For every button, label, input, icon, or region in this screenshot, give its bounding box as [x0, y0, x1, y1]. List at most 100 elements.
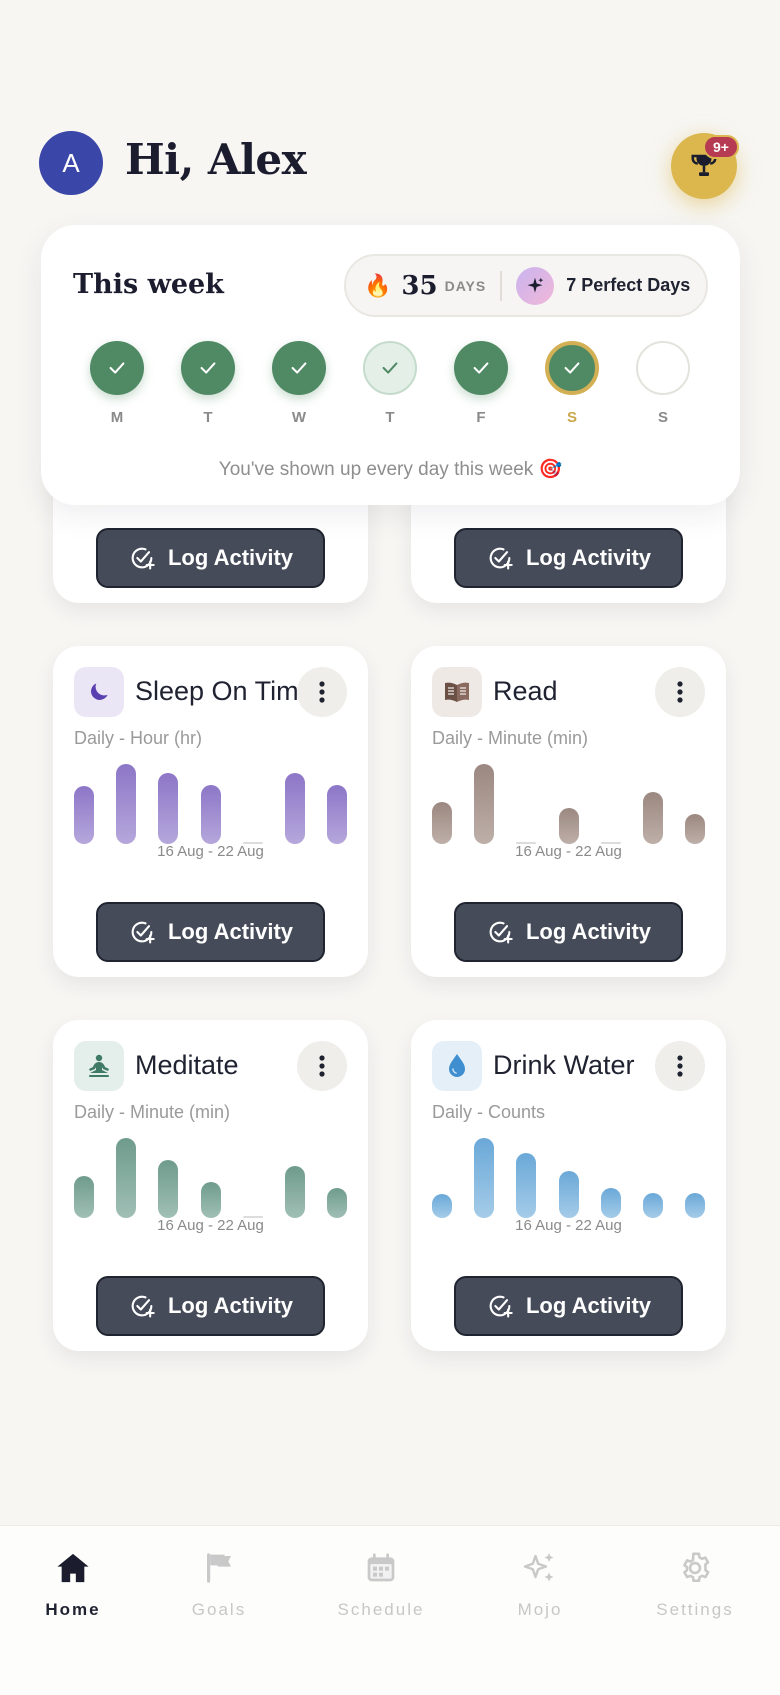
nav-label: Home [45, 1600, 101, 1619]
day-status [454, 341, 508, 395]
nav-label: Schedule [337, 1600, 425, 1619]
chart-bar [116, 764, 137, 844]
log-activity-label: Log Activity [167, 545, 294, 570]
nav-label: Goals [191, 1600, 247, 1619]
log-check-icon [489, 1295, 513, 1318]
chart-bar [642, 792, 663, 844]
habit-title: Sleep On Time [135, 676, 303, 706]
habit-card-drink-water[interactable]: Drink Water Daily - Counts 16 Aug - 22 A… [411, 1020, 726, 1351]
log-activity-button[interactable]: Log Activity [96, 528, 325, 588]
log-activity-label: Log Activity [167, 919, 294, 944]
nav-goals[interactable]: Goals [159, 1548, 279, 1620]
day-monday[interactable]: M [89, 341, 145, 426]
day-label: T [203, 409, 213, 426]
log-activity-button[interactable]: Log Activity [454, 1276, 683, 1336]
weekly-chart: 16 Aug - 22 Aug [432, 756, 705, 860]
more-vertical-icon [677, 681, 683, 703]
nav-schedule[interactable]: Schedule [321, 1548, 441, 1620]
day-label: S [657, 409, 668, 426]
home-icon [13, 1548, 133, 1588]
more-vertical-icon [319, 681, 325, 703]
chart-bar [242, 1216, 263, 1218]
trophy-button[interactable]: 9+ [671, 133, 739, 199]
chart-bar [516, 842, 537, 844]
nav-label: Settings [656, 1600, 734, 1619]
calendar-icon [321, 1548, 441, 1588]
day-thursday[interactable]: T [362, 341, 418, 426]
chart-bar [284, 773, 305, 844]
avatar[interactable]: A [39, 131, 103, 195]
day-status [272, 341, 326, 395]
gear-icon [635, 1548, 755, 1588]
water-drop-icon [432, 1041, 482, 1091]
chart-bar [432, 802, 452, 844]
chart-bar [685, 814, 705, 844]
habit-title: Drink Water [493, 1050, 635, 1080]
more-options-button[interactable] [655, 1041, 705, 1091]
habit-card-sleep[interactable]: Sleep On Time Daily - Hour (hr) 16 Aug -… [53, 646, 368, 977]
book-icon [432, 667, 482, 717]
perfect-days-label: 7 Perfect Days [566, 275, 691, 295]
habit-subtitle: Daily - Minute (min) [74, 1102, 231, 1122]
chart-date-range: 16 Aug - 22 Aug [157, 843, 264, 860]
moon-icon [74, 667, 124, 717]
trophy-badge: 9+ [703, 135, 739, 159]
day-label: T [385, 409, 395, 426]
log-check-icon [131, 547, 155, 570]
nav-home[interactable]: Home [13, 1548, 133, 1620]
check-icon [291, 362, 307, 374]
chart-date-range: 16 Aug - 22 Aug [515, 843, 622, 860]
sparkle-icon [516, 266, 555, 305]
day-wednesday[interactable]: W [271, 341, 327, 426]
weekly-chart: 16 Aug - 22 Aug [432, 1130, 705, 1234]
chart-bar [516, 1153, 537, 1218]
day-label: F [476, 409, 486, 426]
log-activity-button[interactable]: Log Activity [454, 528, 683, 588]
habit-card-meditate[interactable]: Meditate Daily - Minute (min) 16 Aug - 2… [53, 1020, 368, 1351]
log-check-icon [489, 547, 513, 570]
log-activity-button[interactable]: Log Activity [96, 902, 325, 962]
habit-title: Read [493, 676, 558, 706]
more-vertical-icon [319, 1055, 325, 1077]
log-activity-label: Log Activity [525, 1293, 652, 1318]
more-options-button[interactable] [655, 667, 705, 717]
log-activity-button[interactable]: Log Activity [96, 1276, 325, 1336]
more-options-button[interactable] [297, 1041, 347, 1091]
bottom-nav: Home Goals Schedule Mojo Settings [0, 1525, 780, 1695]
chart-bar [74, 1176, 94, 1218]
chart-bar [327, 785, 347, 844]
check-icon [382, 362, 398, 374]
log-activity-button[interactable]: Log Activity [454, 902, 683, 962]
chart-bar [158, 773, 179, 844]
meditate-icon [74, 1041, 124, 1091]
day-status [363, 341, 417, 395]
day-tuesday[interactable]: T [180, 341, 236, 426]
day-saturday[interactable]: S [544, 341, 600, 426]
greeting: Hi, Alex [125, 135, 307, 184]
nav-settings[interactable]: Settings [635, 1548, 755, 1620]
chart-bar [74, 786, 94, 844]
nav-mojo[interactable]: Mojo [480, 1548, 600, 1620]
chart-bar [158, 1160, 179, 1218]
chart-date-range: 16 Aug - 22 Aug [515, 1217, 622, 1234]
sparkles-icon [480, 1548, 600, 1588]
streak-pill[interactable]: 🔥 35 DAYS 7 Perfect Days [344, 254, 708, 317]
check-icon [200, 362, 216, 374]
habit-card-read[interactable]: Read Daily - Minute (min) 16 Aug - 22 Au… [411, 646, 726, 977]
weekly-chart: 16 Aug - 22 Aug [74, 756, 347, 860]
log-activity-label: Log Activity [525, 919, 652, 944]
habit-title: Meditate [135, 1050, 239, 1080]
more-options-button[interactable] [297, 667, 347, 717]
day-status [545, 341, 599, 395]
weekly-chart: 16 Aug - 22 Aug [74, 1130, 347, 1234]
check-icon [109, 362, 125, 374]
day-label: S [566, 409, 577, 426]
streak-count: 35 [401, 270, 438, 301]
log-activity-label: Log Activity [167, 1293, 294, 1318]
week-message: You've shown up every day this week 🎯 [218, 459, 563, 480]
chart-bar [116, 1138, 137, 1218]
day-sunday[interactable]: S [635, 341, 691, 426]
day-friday[interactable]: F [453, 341, 509, 426]
streak-unit: DAYS [444, 277, 487, 294]
chart-bar [474, 1138, 495, 1218]
